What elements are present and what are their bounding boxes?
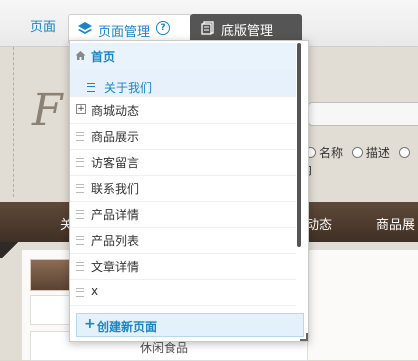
- tab-base-management-label: 底版管理: [221, 24, 274, 39]
- page-item-contact[interactable]: 联系我们: [70, 175, 296, 202]
- help-icon[interactable]: ?: [156, 21, 170, 35]
- drag-handle-icon[interactable]: [76, 262, 84, 271]
- nav-item-products[interactable]: 商品展: [376, 214, 415, 233]
- panel-scrollbar[interactable]: [297, 43, 301, 247]
- site-logo: F: [32, 85, 63, 136]
- page-management-dropdown: 首页 关于我们 + 商城动态 商品展示 访客留言 联系我们 产品详情 产品列表 …: [69, 40, 309, 342]
- page-item-x[interactable]: x: [70, 279, 296, 306]
- page-item-label: 首页: [91, 50, 116, 64]
- nav-item-news[interactable]: 动态: [306, 214, 332, 233]
- page-item-label: 访客留言: [91, 156, 140, 170]
- tab-base-management[interactable]: 底版管理: [190, 14, 302, 42]
- page-item-label: 关于我们: [104, 81, 153, 95]
- drag-handle-icon[interactable]: [76, 158, 84, 167]
- drag-handle-icon[interactable]: [76, 132, 84, 141]
- guide-line: [13, 47, 15, 197]
- page-item-label: x: [91, 284, 99, 298]
- page-item-product-list[interactable]: 产品列表: [70, 227, 296, 254]
- page-item-label: 商城动态: [91, 104, 140, 118]
- nav-ribbon: [0, 242, 20, 258]
- page-item-label: 产品列表: [91, 234, 140, 248]
- layers-icon: [78, 22, 92, 34]
- tab-page-management-label: 页面管理: [98, 25, 151, 40]
- page-item-label: 商品展示: [91, 130, 140, 144]
- create-page-button[interactable]: + 创建新页面: [76, 313, 304, 337]
- home-icon: [75, 51, 86, 60]
- document-icon: [201, 21, 214, 35]
- plus-icon: +: [84, 316, 96, 332]
- page-item-label: 产品详情: [91, 208, 140, 222]
- page-menu-link[interactable]: 页面: [30, 16, 56, 35]
- page-item-product-detail[interactable]: 产品详情: [70, 201, 296, 228]
- page-item-guestbook[interactable]: 访客留言: [70, 149, 296, 176]
- drag-handle-icon[interactable]: [76, 236, 84, 245]
- radio-description[interactable]: 描述: [347, 146, 390, 160]
- resize-grip-icon[interactable]: [300, 333, 308, 341]
- page-item-products[interactable]: 商品展示: [70, 123, 296, 150]
- page-item-about[interactable]: 关于我们: [70, 70, 296, 97]
- drag-handle-icon[interactable]: [76, 184, 84, 193]
- drag-handle-icon[interactable]: [76, 288, 84, 297]
- expand-icon[interactable]: +: [76, 104, 86, 114]
- page-item-label: 联系我们: [91, 182, 140, 196]
- category-header: [30, 259, 72, 291]
- site-search-input[interactable]: [308, 102, 418, 126]
- page-item-article-detail[interactable]: 文章详情: [70, 253, 296, 280]
- create-page-label: 创建新页面: [97, 320, 158, 334]
- drag-handle-icon[interactable]: [76, 210, 84, 219]
- page-item-label: 文章详情: [91, 260, 140, 274]
- page-item-news[interactable]: + 商城动态: [70, 97, 296, 124]
- page-item-home[interactable]: 首页: [70, 43, 296, 70]
- drag-handle-icon[interactable]: [87, 83, 95, 92]
- tab-page-management[interactable]: 页面管理 ?: [68, 14, 192, 43]
- search-filter-radios: 名称 描述 内: [300, 144, 418, 178]
